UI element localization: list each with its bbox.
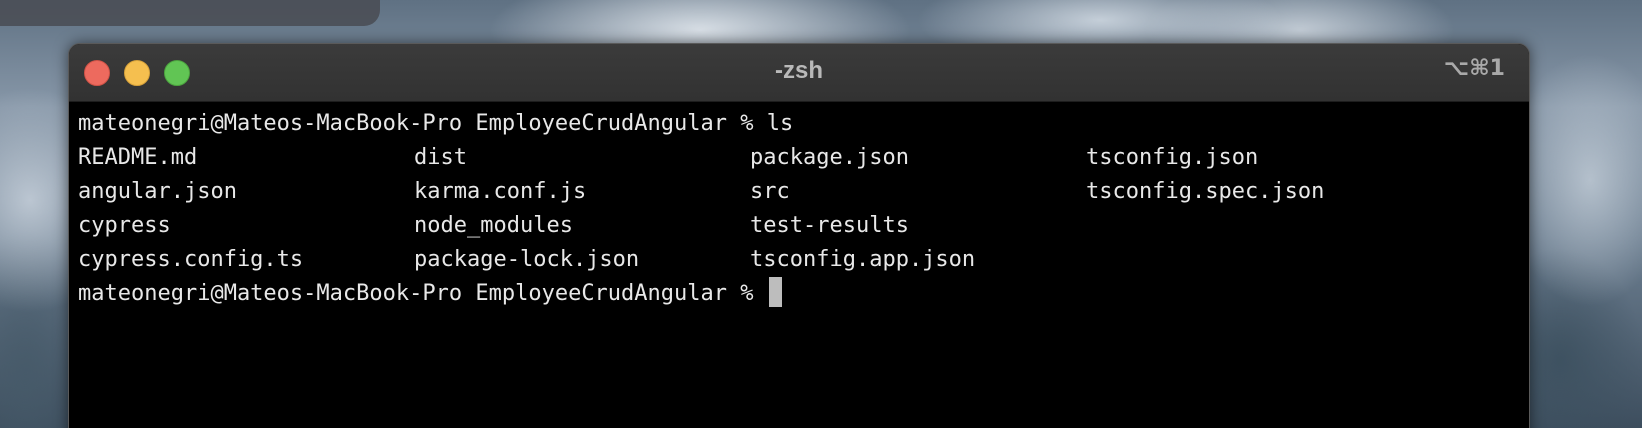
listing-item: package.json bbox=[750, 145, 909, 170]
desktop-menu-remnant bbox=[0, 0, 380, 26]
prompt: mateonegri@Mateos-MacBook-Pro EmployeeCr… bbox=[78, 281, 754, 306]
listing-item: karma.conf.js bbox=[414, 179, 587, 204]
command: ls bbox=[766, 111, 794, 136]
listing-item: tsconfig.json bbox=[1086, 145, 1259, 170]
window-title: -zsh bbox=[775, 57, 823, 84]
prompt: mateonegri@Mateos-MacBook-Pro EmployeeCr… bbox=[78, 111, 754, 136]
text-cursor bbox=[768, 277, 782, 307]
listing-item: tsconfig.spec.json bbox=[1086, 179, 1325, 204]
listing-item: cypress bbox=[78, 213, 171, 238]
active-prompt-line[interactable]: mateonegri@Mateos-MacBook-Pro EmployeeCr… bbox=[78, 277, 1529, 311]
listing-item: angular.json bbox=[78, 179, 237, 204]
listing-item: dist bbox=[414, 145, 467, 170]
listing-item: package-lock.json bbox=[414, 247, 640, 272]
listing-item: test-results bbox=[750, 213, 909, 238]
listing-item bbox=[1086, 243, 1422, 277]
title-bar[interactable]: -zsh ⌥⌘1 bbox=[69, 44, 1529, 102]
listing-item: cypress.config.ts bbox=[78, 247, 304, 272]
listing-item bbox=[1086, 209, 1422, 243]
ls-listing: README.md dist package.json tsconfig.jso… bbox=[78, 141, 1529, 277]
command-line: mateonegri@Mateos-MacBook-Pro EmployeeCr… bbox=[78, 107, 1529, 141]
terminal-output[interactable]: mateonegri@Mateos-MacBook-Pro EmployeeCr… bbox=[78, 107, 1529, 311]
terminal-window: -zsh ⌥⌘1 mateonegri@Mateos-MacBook-Pro E… bbox=[68, 43, 1530, 428]
listing-item: src bbox=[750, 179, 790, 204]
listing-item: node_modules bbox=[414, 213, 573, 238]
listing-item: README.md bbox=[78, 145, 198, 170]
window-shortcut: ⌥⌘1 bbox=[1443, 56, 1505, 81]
listing-item: tsconfig.app.json bbox=[750, 247, 976, 272]
